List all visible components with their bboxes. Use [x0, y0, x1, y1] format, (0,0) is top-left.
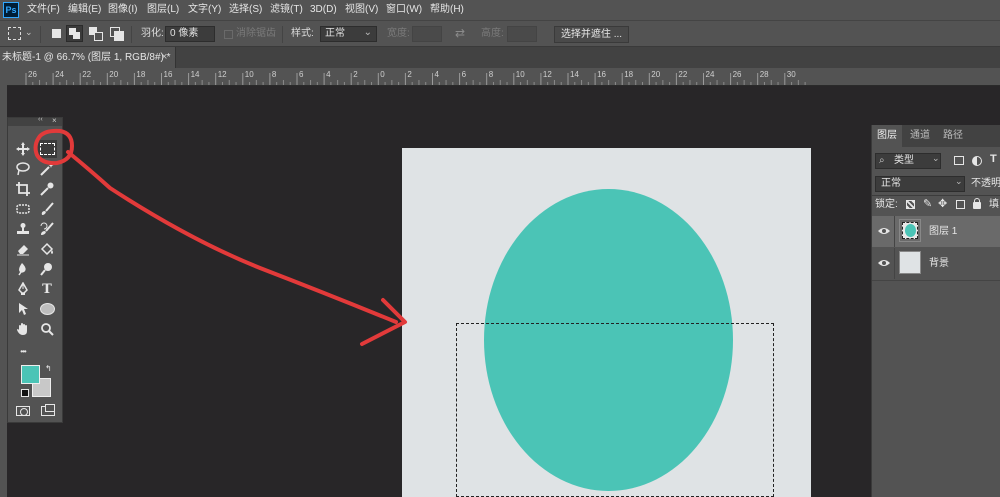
filter-pixel-icon[interactable] — [954, 156, 964, 165]
layer-row[interactable]: 背景 — [872, 248, 1000, 279]
layer-thumbnail — [899, 219, 921, 242]
chevron-down-icon: ⌄ — [955, 176, 963, 186]
tab-layers[interactable]: 图层 — [872, 125, 902, 147]
annotation-overlay — [33, 128, 407, 346]
eye-icon[interactable] — [878, 258, 890, 268]
lock-position-icon[interactable]: ✥ — [938, 197, 947, 210]
tab-paths[interactable]: 路径 — [938, 125, 968, 147]
lock-label: 锁定: — [875, 199, 898, 210]
visibility-cell[interactable] — [872, 248, 895, 279]
visibility-cell[interactable] — [872, 216, 895, 247]
layer-thumbnail — [899, 251, 921, 274]
blend-mode-value: 正常 — [881, 178, 901, 189]
layer-filter-value: 类型 — [894, 155, 914, 166]
fill-label: 填 — [989, 199, 999, 210]
filter-adjustment-icon[interactable] — [972, 156, 982, 166]
lock-all-icon[interactable] — [973, 198, 981, 209]
annotation-arrow-line — [66, 150, 398, 324]
lock-artboard-icon[interactable] — [956, 200, 965, 209]
eye-icon[interactable] — [878, 226, 890, 236]
lock-image-pixels-icon[interactable]: ✎ — [923, 197, 932, 210]
blend-mode-select[interactable]: 正常 ⌄ — [875, 176, 965, 192]
layer-row[interactable]: 图层 1 — [872, 216, 1000, 247]
panel-tab-bar: 图层 通道 路径 — [872, 125, 1000, 147]
layer-name[interactable]: 背景 — [929, 248, 949, 279]
tab-channels[interactable]: 通道 — [905, 125, 935, 147]
opacity-label: 不透明 — [971, 178, 1000, 189]
annotation-arrow-head — [360, 298, 407, 346]
divider — [872, 195, 1000, 196]
layers-panel: 图层 通道 路径 ⌕ 类型 ⌄ T 正常 ⌄ 不透明 锁定: ✎ ✥ 填 图层 … — [871, 125, 1000, 497]
divider — [872, 280, 1000, 281]
layer-name[interactable]: 图层 1 — [929, 216, 957, 247]
search-icon: ⌕ — [879, 155, 885, 166]
lock-transparent-pixels-icon[interactable] — [906, 200, 915, 209]
layer-filter-select[interactable]: ⌕ 类型 ⌄ — [875, 153, 941, 169]
annotation-circle — [33, 128, 75, 166]
chevron-down-icon: ⌄ — [932, 153, 940, 163]
filter-type-icon[interactable]: T — [990, 153, 997, 165]
